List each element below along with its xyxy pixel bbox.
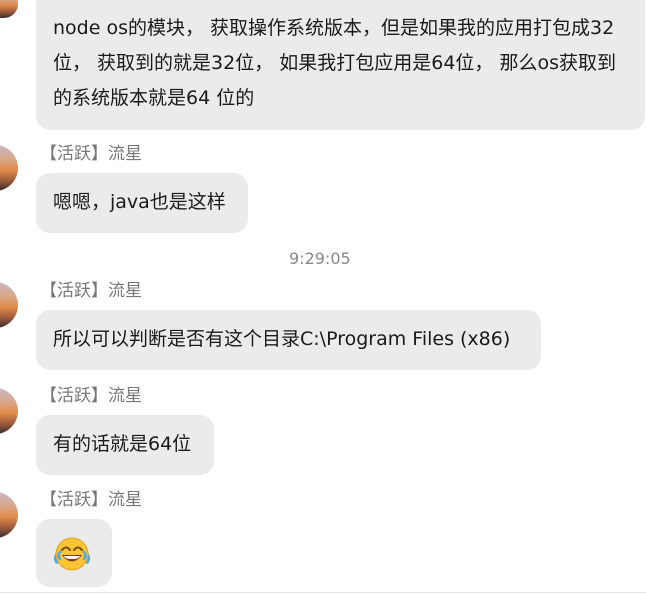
divider [0, 592, 646, 593]
sender-name: 【活跃】流星 [40, 386, 142, 406]
message-timestamp: 9:29:05 [289, 249, 351, 268]
sender-name: 【活跃】流星 [40, 144, 142, 164]
message-text: node os的模块， 获取操作系统版本，但是如果我的应用打包成32位， 获取到… [53, 17, 616, 109]
message-text: 嗯嗯，java也是这样 [53, 191, 226, 213]
message-bubble[interactable]: 嗯嗯，java也是这样 [36, 173, 248, 233]
sender-avatar[interactable] [0, 145, 18, 191]
sender-name: 【活跃】流星 [40, 490, 142, 510]
message-text: 有的话就是64位 [53, 433, 192, 455]
tears-of-joy-emoji-icon [52, 534, 92, 574]
chat-message-list: node os的模块， 获取操作系统版本，但是如果我的应用打包成32位， 获取到… [0, 0, 646, 594]
message-bubble[interactable]: 有的话就是64位 [36, 415, 214, 475]
sender-name: 【活跃】流星 [40, 281, 142, 301]
message-text: 所以可以判断是否有这个目录C:\Program Files (x86) [53, 328, 511, 350]
sender-avatar[interactable] [0, 282, 18, 328]
sender-avatar[interactable] [0, 388, 18, 434]
message-bubble[interactable]: node os的模块， 获取操作系统版本，但是如果我的应用打包成32位， 获取到… [36, 0, 645, 130]
sender-avatar[interactable] [0, 0, 18, 18]
sender-avatar[interactable] [0, 492, 18, 538]
message-bubble[interactable]: 所以可以判断是否有这个目录C:\Program Files (x86) [36, 310, 541, 370]
message-bubble[interactable] [36, 519, 112, 587]
